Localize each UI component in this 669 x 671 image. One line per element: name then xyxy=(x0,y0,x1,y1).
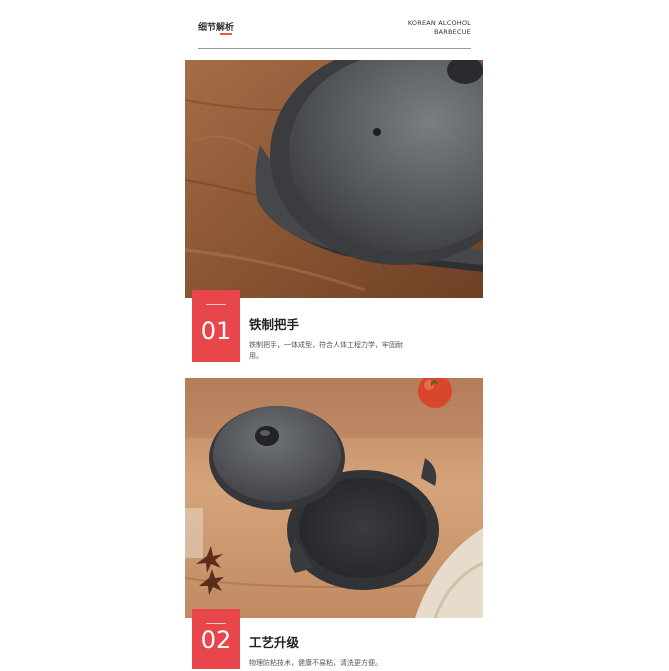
feature-number-badge-1: 01 xyxy=(192,290,240,362)
brand-label: KOREAN ALCOHOL BARBECUE xyxy=(408,19,471,37)
feature-title-1: 铁制把手 xyxy=(249,317,300,332)
brand-line-2: BARBECUE xyxy=(434,28,471,36)
feature-number-1: 01 xyxy=(200,317,232,345)
feature-number-2: 02 xyxy=(200,626,232,654)
badge-tick xyxy=(206,623,226,624)
badge-tick xyxy=(206,304,226,305)
feature-number-badge-2: 02 xyxy=(192,609,240,669)
section-title-underline xyxy=(220,33,232,35)
feature-description-2: 物理防粘技术，健康不易粘，清洗更方便。 xyxy=(249,659,382,667)
brand-line-1: KOREAN ALCOHOL xyxy=(407,19,471,27)
feature-title-2: 工艺升级 xyxy=(249,635,300,650)
header-divider xyxy=(198,48,471,49)
product-photo-handle xyxy=(185,60,483,298)
product-photo-coating xyxy=(185,378,483,618)
section-title: 细节解析 xyxy=(198,23,235,33)
feature-description-1: 铁制把手，一体成型，符合人体工程力学，牢固耐用。 xyxy=(249,341,403,360)
